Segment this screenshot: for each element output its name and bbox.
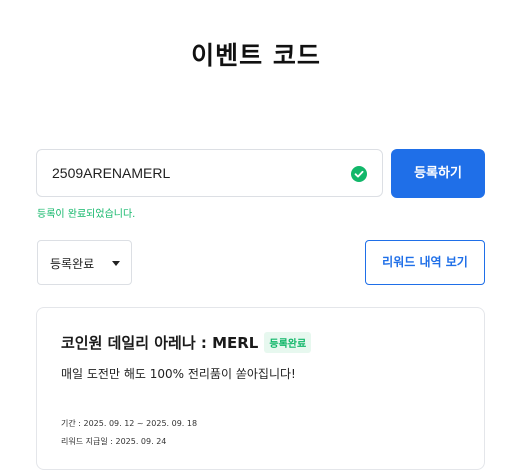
caret-down-icon <box>112 261 120 266</box>
event-description: 매일 도전만 해도 100% 전리품이 쏟아집니다! <box>61 367 296 381</box>
event-period: 기간 : 2025. 09. 12 ~ 2025. 09. 18 <box>61 419 198 428</box>
page-title: 이벤트 코드 <box>191 41 321 70</box>
check-circle-icon <box>351 166 367 182</box>
event-reward-date: 리워드 지급일 : 2025. 09. 24 <box>61 437 167 446</box>
status-filter-value: 등록완료 <box>50 257 95 271</box>
event-title-row: 코인원 데일리 아레나 : MERL 등록완료 <box>61 332 312 353</box>
event-code-value[interactable]: 2509ARENAMERL <box>52 165 170 181</box>
reward-history-button[interactable]: 리워드 내역 보기 <box>365 240 485 285</box>
register-button[interactable]: 등록하기 <box>391 149 485 198</box>
event-title: 코인원 데일리 아레나 : MERL <box>61 334 259 352</box>
status-badge: 등록완료 <box>264 332 312 353</box>
event-card[interactable]: 코인원 데일리 아레나 : MERL 등록완료 매일 도전만 해도 100% 전… <box>36 307 485 470</box>
event-code-input[interactable]: 2509ARENAMERL <box>36 149 383 197</box>
success-message: 등록이 완료되었습니다. <box>37 209 136 220</box>
status-filter-select[interactable]: 등록완료 <box>37 240 132 285</box>
